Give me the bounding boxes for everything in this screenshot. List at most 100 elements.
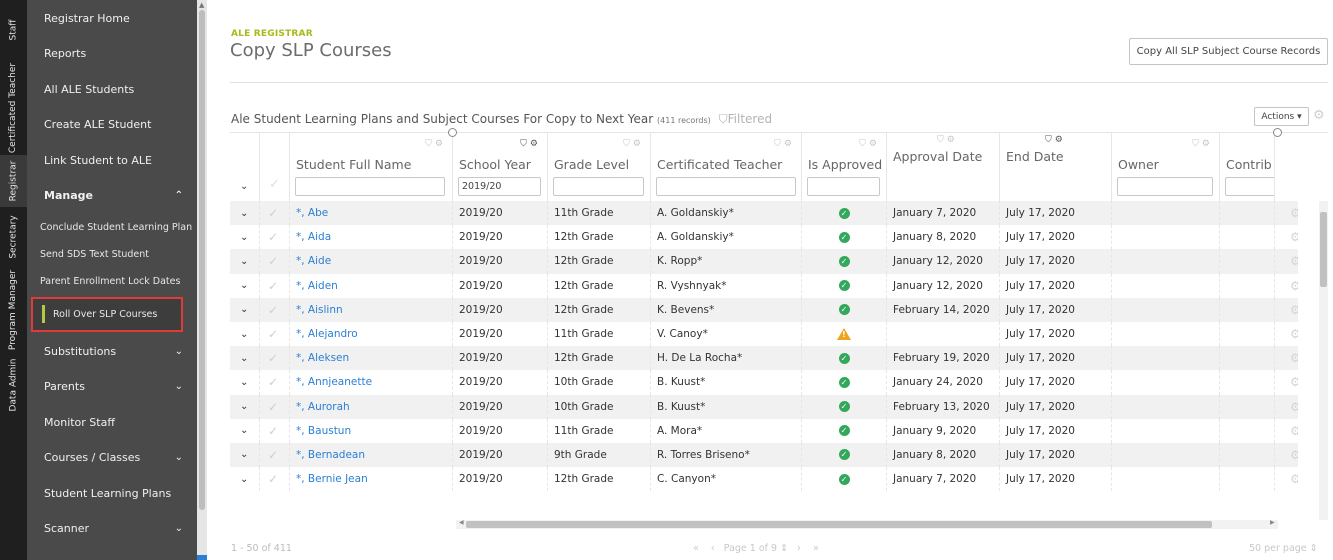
rail-tab-program-manager[interactable]: Program Manager: [0, 267, 27, 352]
filter-contrib-input[interactable]: [1225, 177, 1274, 196]
column-resize-handle[interactable]: [448, 128, 457, 137]
filter-grade-level-input[interactable]: [553, 177, 644, 196]
student-name-link[interactable]: *, Aurorah: [296, 401, 350, 413]
check-icon[interactable]: ✓: [260, 472, 278, 486]
table-row[interactable]: ⌄ ✓ *, Abe 2019/20 11th Grade A. Goldanskiy* ✓…: [230, 201, 1298, 226]
check-icon[interactable]: ✓: [260, 424, 278, 438]
sidebar-subitem-send-sds-text[interactable]: Send SDS Text Student: [27, 241, 197, 268]
table-row[interactable]: ⌄ ✓ *, Aislinn 2019/20 12th Grade K. Bevens* ✓…: [230, 297, 1298, 322]
table-row[interactable]: ⌄ ✓ *, Bernie Jean 2019/20 12th Grade C. Cany…: [230, 467, 1298, 492]
sidebar-item-monitor-staff[interactable]: Monitor Staff: [27, 405, 197, 441]
scroll-up-icon[interactable]: ▲: [199, 1, 204, 9]
student-name-link[interactable]: *, Baustun: [296, 425, 351, 437]
page-select[interactable]: Page 1 of 9 ⇕: [724, 543, 788, 554]
row-gear-icon[interactable]: ⚙: [1290, 424, 1298, 438]
filter-gear-icons[interactable]: ⛉⚙: [623, 139, 644, 149]
sidebar-subitem-parent-enrollment-lock-dates[interactable]: Parent Enrollment Lock Dates: [27, 268, 197, 295]
row-gear-icon[interactable]: ⚙: [1290, 303, 1298, 317]
sidebar-item-link-student[interactable]: Link Student to ALE: [27, 143, 197, 179]
expand-row-icon[interactable]: ⌄: [230, 474, 248, 485]
gear-icon[interactable]: ⚙: [1313, 108, 1325, 123]
rail-tab-registrar[interactable]: Registrar: [0, 155, 27, 207]
sidebar-item-reports[interactable]: Reports: [27, 36, 197, 72]
column-school-year[interactable]: ⛉⚙ School Year: [448, 128, 548, 201]
sidebar-subitem-roll-over-slp-courses[interactable]: Roll Over SLP Courses: [31, 296, 183, 332]
column-grade-level[interactable]: ⛉⚙ Grade Level: [548, 133, 651, 201]
student-name-link[interactable]: *, Aleksen: [296, 352, 349, 364]
sidebar-item-all-ale-students[interactable]: All ALE Students: [27, 72, 197, 108]
student-name-link[interactable]: *, Bernie Jean: [296, 473, 368, 485]
chevron-down-icon[interactable]: ⌄: [240, 181, 248, 192]
sidebar-subitem-conclude-slp[interactable]: Conclude Student Learning Plan: [27, 214, 197, 241]
student-name-link[interactable]: *, Abe: [296, 207, 328, 219]
expand-row-icon[interactable]: ⌄: [230, 449, 248, 460]
table-row[interactable]: ⌄ ✓ *, Annjeanette 2019/20 10th Grade B. Kuus…: [230, 370, 1298, 395]
column-resize-handle[interactable]: [1273, 128, 1282, 137]
rail-tab-secretary[interactable]: Secretary: [0, 207, 27, 267]
actions-button[interactable]: Actions ▾: [1254, 107, 1309, 126]
check-icon[interactable]: ✓: [260, 327, 278, 341]
expand-row-icon[interactable]: ⌄: [230, 280, 248, 291]
student-name-link[interactable]: *, Bernadean: [296, 449, 365, 461]
table-row[interactable]: ⌄ ✓ *, Aide 2019/20 12th Grade K. Ropp* ✓ Janua…: [230, 249, 1298, 274]
check-icon[interactable]: ✓: [260, 230, 278, 244]
expand-row-icon[interactable]: ⌄: [230, 329, 248, 340]
student-name-link[interactable]: *, Aislinn: [296, 304, 343, 316]
column-owner[interactable]: ⛉⚙ Owner: [1112, 133, 1220, 201]
student-name-link[interactable]: *, Alejandro: [296, 328, 358, 340]
filter-gear-icons[interactable]: ⛉⚙: [520, 139, 541, 149]
row-gear-icon[interactable]: ⚙: [1290, 472, 1298, 486]
expand-row-icon[interactable]: ⌄: [230, 425, 248, 436]
student-name-link[interactable]: *, Aide: [296, 255, 331, 267]
prev-page-icon[interactable]: ‹: [711, 543, 715, 554]
table-row[interactable]: ⌄ ✓ *, Aleksen 2019/20 12th Grade H. De La Ro…: [230, 346, 1298, 371]
next-page-icon[interactable]: ›: [797, 543, 801, 554]
filter-is-approved-input[interactable]: [807, 177, 880, 196]
scroll-left-icon[interactable]: ◀: [459, 519, 464, 526]
filter-gear-icons[interactable]: ⛉⚙: [859, 139, 880, 149]
row-gear-icon[interactable]: ⚙: [1290, 279, 1298, 293]
table-row[interactable]: ⌄ ✓ *, Alejandro 2019/20 11th Grade V. Canoy*…: [230, 321, 1298, 347]
column-contrib[interactable]: Contrib: [1220, 133, 1275, 201]
check-icon[interactable]: ✓: [260, 206, 278, 220]
check-icon[interactable]: ✓: [260, 351, 278, 365]
check-icon[interactable]: ✓: [269, 177, 280, 192]
per-page-select[interactable]: 50 per page ⇕: [1249, 543, 1318, 554]
check-icon[interactable]: ✓: [260, 254, 278, 268]
table-row[interactable]: ⌄ ✓ *, Aurorah 2019/20 10th Grade B. Kuust* ✓ F…: [230, 394, 1298, 419]
table-row[interactable]: ⌄ ✓ *, Aida 2019/20 12th Grade A. Goldanskiy*…: [230, 225, 1298, 250]
expand-row-icon[interactable]: ⌄: [230, 353, 248, 364]
student-name-link[interactable]: *, Aida: [296, 231, 331, 243]
rail-tab-staff[interactable]: Staff: [0, 0, 27, 60]
student-name-link[interactable]: *, Aiden: [296, 280, 338, 292]
expand-row-icon[interactable]: ⌄: [230, 377, 248, 388]
expand-row-icon[interactable]: ⌄: [230, 401, 248, 412]
filter-owner-input[interactable]: [1117, 177, 1213, 196]
sidebar-item-registrar-home[interactable]: Registrar Home: [27, 0, 197, 36]
sidebar-item-scanner[interactable]: Scanner ⌄: [27, 511, 197, 547]
column-is-approved[interactable]: ⛉⚙ Is Approved: [802, 133, 887, 201]
scroll-right-icon[interactable]: ▶: [1270, 519, 1275, 526]
sidebar-scrollbar-thumb[interactable]: [199, 10, 205, 510]
grid-horizontal-scrollbar-thumb[interactable]: [466, 521, 1212, 528]
sidebar-item-courses-classes[interactable]: Courses / Classes ⌄: [27, 440, 197, 476]
check-icon[interactable]: ✓: [260, 279, 278, 293]
table-row[interactable]: ⌄ ✓ *, Aiden 2019/20 12th Grade R. Vyshnyak* ✓…: [230, 273, 1298, 298]
table-row[interactable]: ⌄ ✓ *, Baustun 2019/20 11th Grade A. Mora* ✓ Ja…: [230, 418, 1298, 443]
expand-row-icon[interactable]: ⌄: [230, 304, 248, 315]
row-gear-icon[interactable]: ⚙: [1290, 206, 1298, 220]
column-certificated-teacher[interactable]: ⛉⚙ Certificated Teacher: [651, 133, 802, 201]
row-gear-icon[interactable]: ⚙: [1290, 400, 1298, 414]
row-gear-icon[interactable]: ⚙: [1290, 327, 1298, 341]
sidebar-item-create-ale-student[interactable]: Create ALE Student: [27, 107, 197, 143]
filtered-indicator[interactable]: ⛉Filtered: [719, 112, 772, 126]
table-row[interactable]: ⌄ ✓ *, Bernadean 2019/20 9th Grade R. Torres …: [230, 442, 1298, 468]
check-icon[interactable]: ✓: [260, 303, 278, 317]
check-icon[interactable]: ✓: [260, 400, 278, 414]
row-gear-icon[interactable]: ⚙: [1290, 375, 1298, 389]
sidebar-item-parents[interactable]: Parents ⌄: [27, 369, 197, 405]
column-end-date[interactable]: ⛉⚙ End Date: [1000, 133, 1112, 201]
last-page-icon[interactable]: »: [813, 543, 819, 554]
check-icon[interactable]: ✓: [260, 375, 278, 389]
row-gear-icon[interactable]: ⚙: [1290, 230, 1298, 244]
